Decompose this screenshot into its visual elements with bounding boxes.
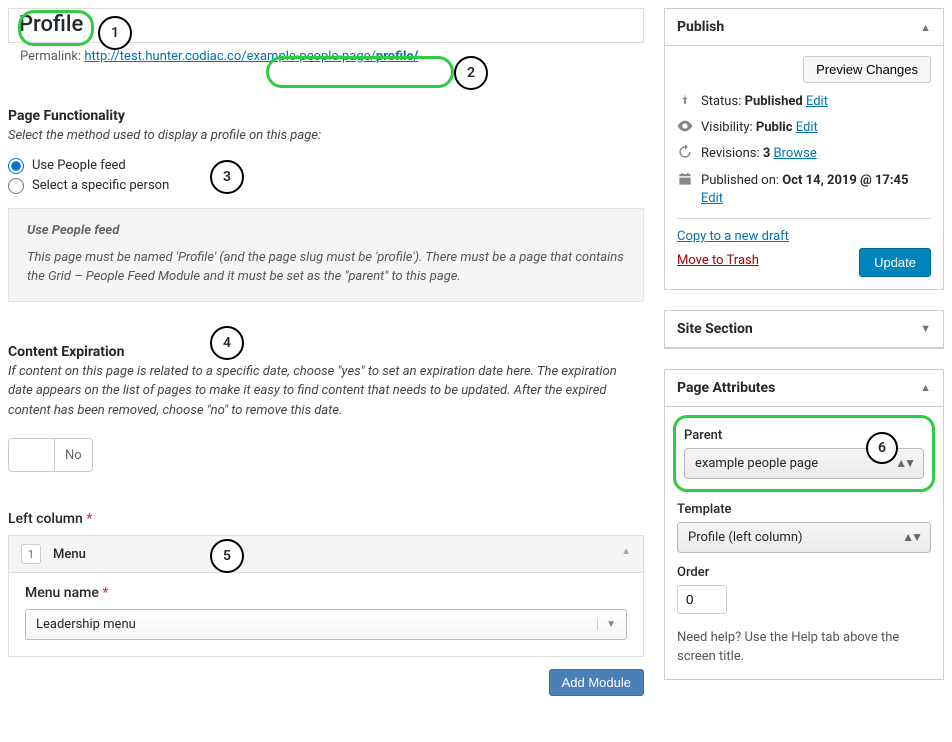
template-select[interactable]: Profile (left column) ▲▼ [677, 522, 931, 553]
parent-value: example people page [695, 456, 818, 471]
order-label: Order [677, 565, 931, 580]
site-section-panel: Site Section ▼ [664, 310, 944, 349]
page-attributes-panel-head[interactable]: Page Attributes ▲ [665, 370, 943, 407]
people-feed-info-block: Use People feed This page must be named … [8, 208, 644, 302]
permalink-label: Permalink: [20, 49, 81, 64]
repeater-row-head[interactable]: 1 Menu ▲ [9, 536, 643, 573]
select-caret-icon: ▲▼ [902, 530, 920, 544]
copy-draft-link[interactable]: Copy to a new draft [677, 229, 931, 244]
page-functionality-title: Page Functionality [8, 108, 644, 124]
pin-icon [677, 93, 693, 107]
radio-people-feed-label: Use People feed [32, 158, 126, 173]
template-label: Template [677, 502, 931, 517]
revisions-icon [677, 145, 693, 159]
page-attributes-title: Page Attributes [677, 380, 775, 396]
publish-panel-title: Publish [677, 19, 724, 35]
revisions-browse-link[interactable]: Browse [774, 146, 817, 161]
expiration-toggle[interactable]: No [8, 438, 93, 472]
move-to-trash-link[interactable]: Move to Trash [677, 253, 759, 268]
visibility-edit-link[interactable]: Edit [796, 120, 818, 135]
visibility-row: Visibility: Public Edit [701, 119, 931, 137]
publish-panel: Publish ▲ Preview Changes Status: Publis… [664, 8, 944, 290]
status-edit-link[interactable]: Edit [806, 94, 828, 109]
published-on-edit-link[interactable]: Edit [701, 191, 723, 206]
order-input[interactable] [677, 585, 727, 614]
published-on-row: Published on: Oct 14, 2019 @ 17:45 Edit [701, 172, 931, 208]
radio-people-feed[interactable]: Use People feed [8, 158, 644, 174]
preview-changes-button[interactable]: Preview Changes [803, 56, 931, 83]
menu-name-label: Menu name * [25, 585, 627, 601]
radio-specific-person-label: Select a specific person [32, 178, 169, 193]
collapse-icon[interactable]: ▲ [920, 381, 931, 394]
expand-icon[interactable]: ▼ [920, 322, 931, 335]
left-column-repeater: 1 Menu ▲ Menu name * Leadership menu ▼ [8, 535, 644, 657]
page-functionality-desc: Select the method used to display a prof… [8, 126, 644, 146]
callout-4: 4 [210, 326, 244, 360]
content-expiration-title: Content Expiration [8, 344, 644, 360]
left-column-label: Left column * [8, 511, 644, 527]
callout-5: 5 [210, 539, 244, 573]
site-section-title: Site Section [677, 321, 753, 337]
menu-name-value: Leadership menu [36, 617, 136, 632]
toggle-switch[interactable] [9, 439, 55, 471]
template-value: Profile (left column) [688, 530, 803, 545]
collapse-icon[interactable]: ▲ [621, 546, 631, 557]
add-module-button[interactable]: Add Module [549, 669, 644, 696]
callout-2: 2 [454, 56, 488, 90]
callout-6: 6 [866, 432, 898, 464]
radio-specific-person[interactable]: Select a specific person [8, 178, 644, 194]
page-attributes-panel: Page Attributes ▲ Parent example people … [664, 369, 944, 680]
radio-people-feed-input[interactable] [8, 158, 24, 174]
parent-highlight: Parent example people page ▲▼ 6 [673, 415, 935, 492]
revisions-row: Revisions: 3 Browse [701, 145, 931, 163]
site-section-panel-head[interactable]: Site Section ▼ [665, 311, 943, 348]
publish-panel-head[interactable]: Publish ▲ [665, 9, 943, 46]
callout-1: 1 [98, 16, 132, 50]
callout-3: 3 [210, 160, 244, 194]
calendar-icon [677, 172, 693, 186]
collapse-icon[interactable]: ▲ [920, 21, 931, 34]
highlight-ring-2 [266, 56, 454, 88]
radio-specific-person-input[interactable] [8, 178, 24, 194]
repeater-row-title: Menu [53, 547, 86, 562]
highlight-ring-1 [18, 10, 94, 46]
update-button[interactable]: Update [859, 248, 931, 277]
info-block-text: This page must be named 'Profile' (and t… [27, 248, 625, 287]
select-caret-icon: ▲▼ [895, 456, 913, 470]
repeater-row-num: 1 [21, 544, 41, 564]
status-row: Status: Published Edit [701, 93, 931, 111]
page-attributes-help: Need help? Use the Help tab above the sc… [677, 628, 931, 667]
chevron-down-icon: ▼ [597, 619, 616, 630]
toggle-no-label: No [55, 439, 92, 471]
content-expiration-desc: If content on this page is related to a … [8, 362, 644, 421]
eye-icon [677, 119, 693, 133]
info-block-title: Use People feed [27, 223, 625, 238]
menu-name-select[interactable]: Leadership menu ▼ [25, 609, 627, 640]
